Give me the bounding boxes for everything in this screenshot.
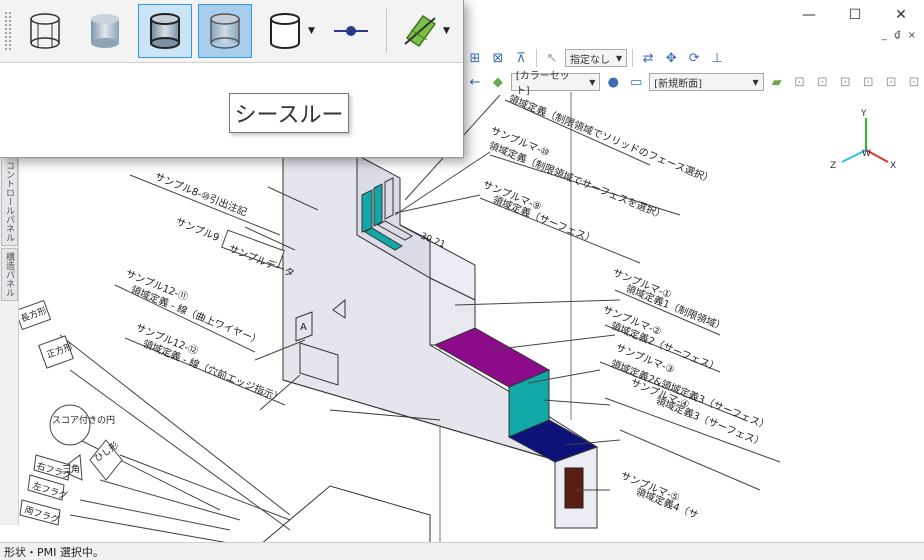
wireframe-icon [30, 13, 60, 49]
pan-icon[interactable]: ✥ [661, 49, 681, 67]
see-through-tooltip: シースルー [229, 93, 349, 133]
section-plane-icon [404, 14, 437, 48]
label: スコア付きの円 [52, 415, 115, 426]
section-dropdown-value: [新規断面] [654, 78, 703, 90]
label: 領域定義（制限領域でソリッドのフェース選択） [507, 92, 715, 186]
label: 領域定義 - 線（穴前エッジ指示） [141, 337, 285, 405]
chevron-down-icon[interactable]: ▼ [443, 26, 453, 36]
brown-hole [564, 467, 584, 509]
tool-icon[interactable]: ⊡ [790, 73, 810, 91]
chevron-down-icon: ▼ [752, 77, 759, 87]
side-panel: コントロールパネル 構造パネル [0, 155, 19, 525]
display-mode-toolbar: ▼ ▼ [0, 0, 463, 63]
label: 領域定義（サーフェス） [491, 193, 597, 246]
color-set-value: [カラーセット] [515, 71, 570, 97]
shaded-edges-button[interactable] [138, 4, 192, 58]
color-set-dropdown[interactable]: [カラーセット] ▼ [510, 71, 601, 97]
minimize-button[interactable]: — [786, 0, 832, 30]
window-controls: — ☐ ✕ [786, 0, 924, 30]
label: A [300, 322, 307, 333]
shaded-edges-cylinder-icon [150, 13, 180, 49]
section-plane-button[interactable] [393, 4, 447, 58]
pipe-icon[interactable]: ⊞ [465, 49, 485, 67]
maximize-button[interactable]: ☐ [832, 0, 878, 30]
toolbar-separator [386, 9, 387, 53]
toolbar-grip[interactable] [4, 11, 12, 51]
tab-control-panel[interactable]: コントロールパネル [1, 157, 18, 246]
section-dropdown[interactable]: [新規断面] ▼ [649, 73, 764, 91]
chevron-down-icon: ▼ [616, 53, 623, 63]
axis-icon[interactable]: ⊥ [707, 49, 727, 67]
select-icon[interactable]: ↖ [542, 49, 562, 67]
clear-icon[interactable]: ⊠ [488, 49, 508, 67]
svg-text:Z: Z [830, 161, 836, 171]
teal-slot [373, 183, 383, 227]
tool-icon[interactable]: ⊡ [835, 73, 855, 91]
tab-structure-panel[interactable]: 構造パネル [1, 248, 18, 301]
svg-text:W: W [862, 149, 871, 159]
wireframe-button[interactable] [18, 4, 72, 58]
axis-triad: Y X Z W [830, 109, 896, 171]
label: サンプル9 [174, 216, 221, 244]
see-through-cylinder-icon [210, 13, 240, 49]
sphere-icon[interactable]: ● [603, 73, 623, 91]
shaded-button[interactable] [78, 4, 132, 58]
toolbar-row-2: ← ◆ [カラーセット] ▼ ● ▭ [新規断面] ▼ ▰ ⊡ ⊡ ⊡ ⊡ ⊡ … [465, 71, 924, 97]
color-set-icon[interactable]: ◆ [488, 73, 508, 91]
see-through-button[interactable] [198, 4, 252, 58]
close-button[interactable]: ✕ [878, 0, 924, 30]
edge-line-icon [334, 26, 368, 36]
toolbar-separator [632, 49, 634, 67]
teal-slot [361, 189, 373, 233]
tool-icon[interactable]: ⊡ [904, 73, 924, 91]
lower-object [258, 485, 431, 546]
svg-text:X: X [890, 161, 896, 171]
shaded-cylinder-icon [91, 14, 119, 48]
svg-text:Y: Y [860, 109, 867, 119]
label: 領域定義2&領域定義3（サーフェス） [609, 357, 771, 433]
arrow-icon[interactable]: ← [465, 73, 485, 91]
rotate-icon[interactable]: ⟳ [684, 49, 704, 67]
toolbar-separator [536, 49, 537, 67]
edge-display-button[interactable] [324, 4, 378, 58]
chevron-down-icon: ▼ [589, 77, 596, 87]
status-text: 形状・PMI 選択中。 [4, 545, 104, 559]
move-icon[interactable]: ⇄ [638, 49, 658, 67]
chevron-down-icon[interactable]: ▼ [308, 26, 318, 36]
monitor-icon[interactable]: ▭ [626, 73, 646, 91]
tool-icon[interactable]: ⊡ [858, 73, 878, 91]
display-mode-popup: ▼ ▼ シースルー [0, 0, 464, 158]
label: サンプル8-⑩引出注記 [153, 170, 249, 219]
document-controls[interactable]: _ ₫ × [882, 30, 918, 41]
tool-icon[interactable]: ⊡ [813, 73, 833, 91]
hidden-line-button[interactable] [258, 4, 312, 58]
tool-icon[interactable]: ⊡ [881, 73, 901, 91]
hidden-line-cylinder-icon [270, 13, 300, 49]
specify-dropdown[interactable]: 指定なし ▼ [565, 49, 628, 67]
filter-icon[interactable]: ⊼ [511, 49, 531, 67]
status-bar: 形状・PMI 選択中。 [0, 542, 924, 560]
section-plane-icon[interactable]: ▰ [767, 73, 787, 91]
specify-dropdown-value: 指定なし [570, 54, 610, 66]
